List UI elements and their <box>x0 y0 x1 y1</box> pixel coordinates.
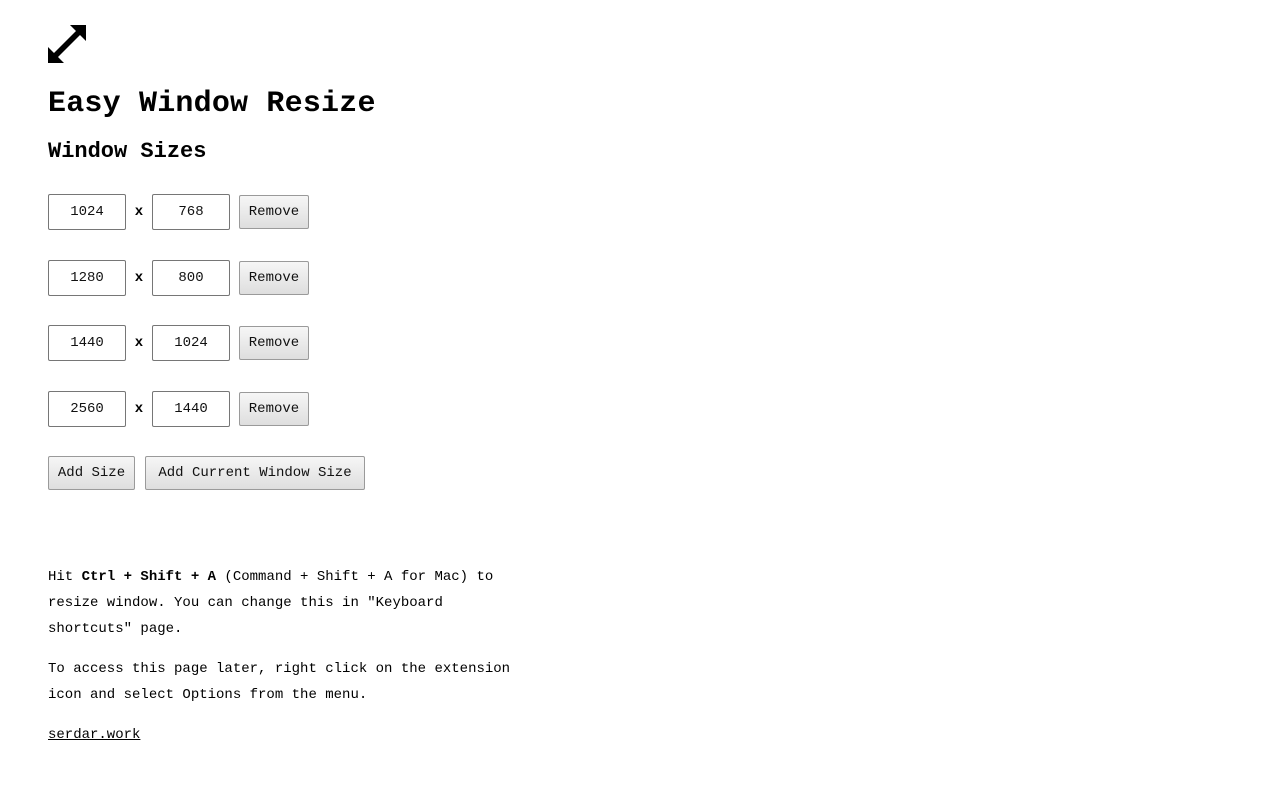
size-row: x Remove <box>48 390 309 427</box>
times-label: x <box>134 335 144 351</box>
page-title: Easy Window Resize <box>48 87 376 121</box>
shortcut-keys: Ctrl + Shift + A <box>81 569 217 585</box>
width-input[interactable] <box>48 194 126 230</box>
size-row: x Remove <box>48 194 309 230</box>
height-input[interactable] <box>152 390 230 427</box>
author-link[interactable]: serdar.work <box>48 727 140 743</box>
window-sizes-list: x Remove x Remove x Remove x Remove <box>48 194 309 456</box>
resize-arrows-icon <box>48 25 86 63</box>
shortcut-paragraph: Hit Ctrl + Shift + A (Command + Shift + … <box>48 564 528 642</box>
section-title: Window Sizes <box>48 139 207 164</box>
height-input[interactable] <box>152 259 230 296</box>
remove-button[interactable]: Remove <box>239 391 309 426</box>
size-row: x Remove <box>48 325 309 361</box>
size-row: x Remove <box>48 259 309 296</box>
width-input[interactable] <box>48 390 126 427</box>
info-section: Hit Ctrl + Shift + A (Command + Shift + … <box>48 564 528 748</box>
width-input[interactable] <box>48 259 126 296</box>
options-page: Easy Window Resize Window Sizes x Remove… <box>0 0 1280 800</box>
height-input[interactable] <box>152 194 230 230</box>
height-input[interactable] <box>152 325 230 361</box>
add-current-window-size-button[interactable]: Add Current Window Size <box>145 456 365 490</box>
times-label: x <box>134 269 144 286</box>
remove-button[interactable]: Remove <box>239 260 309 295</box>
times-label: x <box>134 204 144 220</box>
times-label: x <box>134 400 144 417</box>
remove-button[interactable]: Remove <box>239 326 309 360</box>
add-size-button[interactable]: Add Size <box>48 456 135 490</box>
width-input[interactable] <box>48 325 126 361</box>
shortcut-prefix: Hit <box>48 569 82 585</box>
actions-bar: Add Size Add Current Window Size <box>48 456 365 490</box>
remove-button[interactable]: Remove <box>239 195 309 229</box>
access-paragraph: To access this page later, right click o… <box>48 661 511 703</box>
